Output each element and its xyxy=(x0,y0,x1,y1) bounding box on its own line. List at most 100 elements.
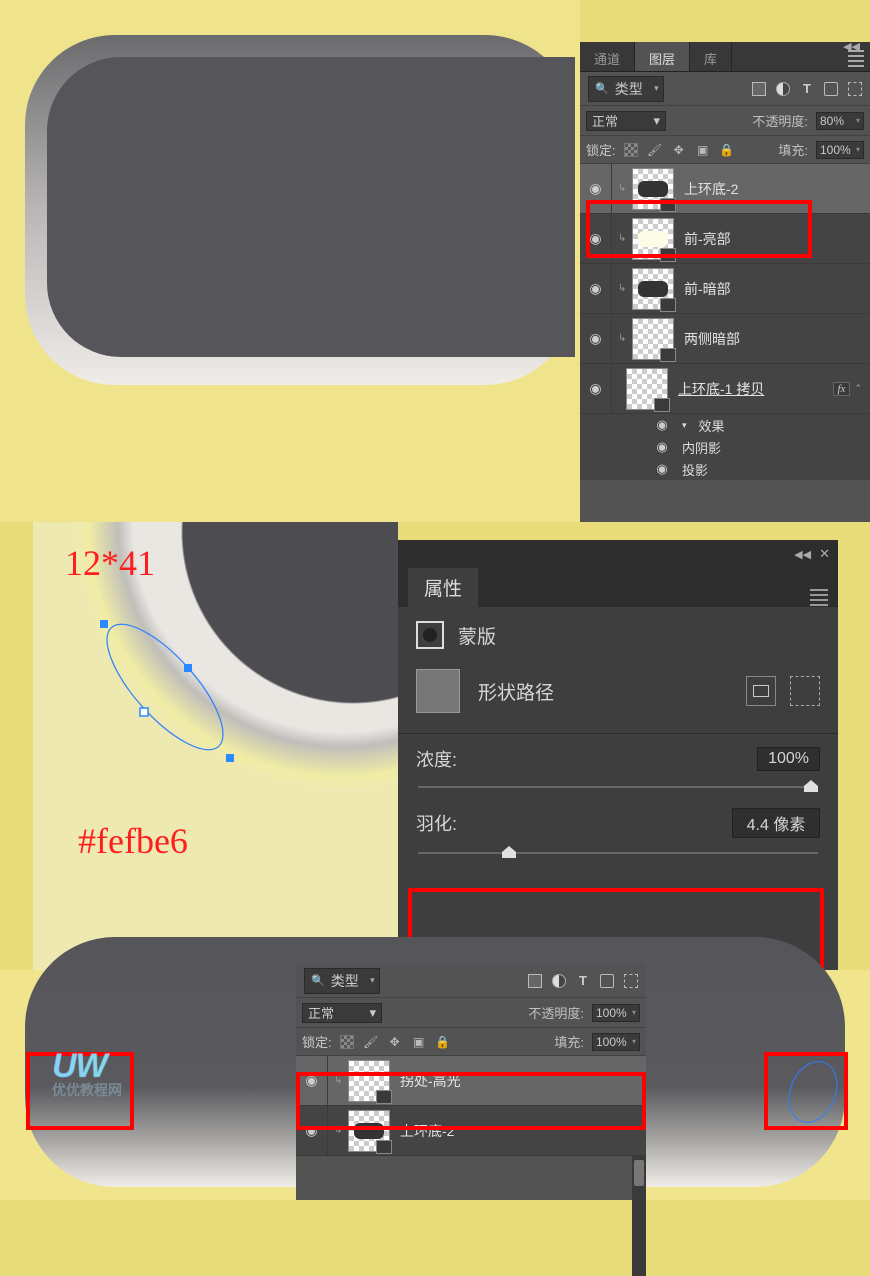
layer-name[interactable]: 前-亮部 xyxy=(684,229,731,249)
filter-smartobject-icon[interactable] xyxy=(848,82,862,96)
tab-layers[interactable]: 图层 xyxy=(635,42,690,71)
mask-icon xyxy=(416,621,444,649)
select-mask-icon[interactable] xyxy=(746,676,776,706)
filter-text-icon[interactable]: T xyxy=(800,82,814,96)
layer-row[interactable]: ◉ ↳ 上环底-2 xyxy=(296,1106,646,1156)
lock-move-icon[interactable]: ✥ xyxy=(388,1035,402,1049)
filter-shape-icon[interactable] xyxy=(600,974,614,988)
fill-value: 100% xyxy=(596,1035,627,1049)
scrollbar[interactable] xyxy=(632,1156,646,1276)
layer-row-selected[interactable]: ◉ ↳ 上环底-2 xyxy=(580,164,870,214)
filter-shape-icon[interactable] xyxy=(824,82,838,96)
collapse-icon[interactable]: ◀◀ xyxy=(794,548,811,561)
chevron-down-icon: ▾ xyxy=(370,975,375,986)
scrollbar-thumb[interactable] xyxy=(634,1160,644,1186)
blend-mode-select[interactable]: 正常 ▾ xyxy=(302,1003,382,1023)
visibility-toggle[interactable]: ◉ xyxy=(650,439,674,455)
layer-filter-select[interactable]: 🔍 类型 ▾ xyxy=(304,968,380,994)
filter-pixel-icon[interactable] xyxy=(752,82,766,96)
lock-move-icon[interactable]: ✥ xyxy=(672,143,686,157)
fx-item[interactable]: ◉▾效果 xyxy=(650,414,870,436)
lock-artboard-icon[interactable]: ▣ xyxy=(696,143,710,157)
lock-all-icon[interactable]: 🔒 xyxy=(720,143,734,157)
panel-menu-icon[interactable] xyxy=(848,50,864,67)
fx-collapse-icon[interactable]: ⌃ xyxy=(854,383,862,394)
fx-item[interactable]: ◉投影 xyxy=(650,458,870,480)
edit-path-icon[interactable] xyxy=(790,676,820,706)
lock-artboard-icon[interactable]: ▣ xyxy=(412,1035,426,1049)
lock-transparency-icon[interactable] xyxy=(624,143,638,157)
density-slider[interactable] xyxy=(418,786,818,788)
visibility-toggle[interactable]: ◉ xyxy=(296,1056,328,1105)
layer-name[interactable]: 前-暗部 xyxy=(684,279,731,299)
density-label: 浓度: xyxy=(416,746,457,772)
lock-brush-icon[interactable]: 🖌 xyxy=(648,143,662,157)
panel-menu-icon[interactable] xyxy=(810,589,828,606)
layer-name[interactable]: 拐处-高光 xyxy=(400,1071,461,1091)
blend-mode-select[interactable]: 正常 ▾ xyxy=(586,111,666,131)
visibility-toggle[interactable]: ◉ xyxy=(650,417,674,433)
layer-thumbnail[interactable] xyxy=(632,218,674,260)
blend-mode-label: 正常 xyxy=(592,111,618,130)
layer-thumbnail[interactable] xyxy=(632,168,674,210)
density-value[interactable]: 100% xyxy=(757,747,820,771)
layer-thumbnail[interactable] xyxy=(348,1110,390,1152)
layer-name-link[interactable]: 上环底-1 拷贝 xyxy=(678,379,764,399)
lock-brush-icon[interactable]: 🖌 xyxy=(364,1035,378,1049)
fill-label: 填充: xyxy=(778,140,808,159)
opacity-input[interactable]: 80% ▾ xyxy=(816,112,864,130)
clip-indicator-icon: ↳ xyxy=(618,183,626,194)
fill-label: 填充: xyxy=(554,1032,584,1051)
layer-row[interactable]: ◉ ↳ 两侧暗部 xyxy=(580,314,870,364)
slider-thumb[interactable] xyxy=(502,846,516,858)
visibility-toggle[interactable]: ◉ xyxy=(580,314,612,363)
layer-name[interactable]: 两侧暗部 xyxy=(684,329,740,349)
slider-thumb[interactable] xyxy=(804,780,818,792)
layers-panel: ◀◀ 通道 图层 库 🔍 类型 ▾ T 正常 ▾ xyxy=(580,42,870,522)
filter-smartobject-icon[interactable] xyxy=(624,974,638,988)
feather-slider[interactable] xyxy=(418,852,818,854)
layer-filter-select[interactable]: 🔍 类型 ▾ xyxy=(588,76,664,102)
tab-channels[interactable]: 通道 xyxy=(580,42,635,71)
layer-thumbnail[interactable] xyxy=(626,368,668,410)
tab-library[interactable]: 库 xyxy=(690,42,732,71)
opacity-input[interactable]: 100% ▾ xyxy=(592,1004,640,1022)
visibility-toggle[interactable]: ◉ xyxy=(580,214,612,263)
shape-path-thumbnail[interactable] xyxy=(416,669,460,713)
filter-text-icon[interactable]: T xyxy=(576,974,590,988)
fx-badge[interactable]: fx xyxy=(833,382,851,396)
layer-row[interactable]: ◉ ↳ 前-暗部 xyxy=(580,264,870,314)
annotation-hex-color: #fefbe6 xyxy=(78,820,188,862)
fill-input[interactable]: 100% ▾ xyxy=(816,141,864,159)
tab-properties[interactable]: 属性 xyxy=(408,568,478,607)
layer-thumbnail[interactable] xyxy=(632,268,674,310)
filter-adjustment-icon[interactable] xyxy=(552,974,566,988)
layer-name[interactable]: 上环底-2 xyxy=(400,1121,454,1141)
chevron-down-icon: ▾ xyxy=(632,1037,636,1046)
layer-thumbnail[interactable] xyxy=(348,1060,390,1102)
visibility-toggle[interactable]: ◉ xyxy=(580,364,612,413)
filter-adjustment-icon[interactable] xyxy=(776,82,790,96)
visibility-toggle[interactable]: ◉ xyxy=(650,461,674,477)
layer-row[interactable]: ◉ 上环底-1 拷贝 fx ⌃ xyxy=(580,364,870,414)
visibility-toggle[interactable]: ◉ xyxy=(580,164,612,213)
fx-item[interactable]: ◉内阴影 xyxy=(650,436,870,458)
visibility-toggle[interactable]: ◉ xyxy=(580,264,612,313)
layers-panel-bottom: 🔍 类型 ▾ T 正常 ▾ 不透明度: 100% ▾ xyxy=(296,964,646,1200)
filter-pixel-icon[interactable] xyxy=(528,974,542,988)
lock-all-icon[interactable]: 🔒 xyxy=(436,1035,450,1049)
layer-thumbnail[interactable] xyxy=(632,318,674,360)
layer-name[interactable]: 上环底-2 xyxy=(684,179,738,199)
lock-transparency-icon[interactable] xyxy=(340,1035,354,1049)
properties-panel: ◀◀ ✕ 属性 蒙版 形状路径 浓度: 100% xyxy=(398,540,838,998)
fill-input[interactable]: 100% ▾ xyxy=(592,1033,640,1051)
layer-row[interactable]: ◉ ↳ 前-亮部 xyxy=(580,214,870,264)
opacity-value: 100% xyxy=(596,1006,627,1020)
vector-ellipse-path[interactable] xyxy=(80,602,250,692)
visibility-toggle[interactable]: ◉ xyxy=(296,1106,328,1155)
chevron-down-icon: ▾ xyxy=(654,83,659,94)
layer-row-selected[interactable]: ◉ ↳ 拐处-高光 xyxy=(296,1056,646,1106)
close-icon[interactable]: ✕ xyxy=(819,546,830,562)
feather-value[interactable]: 4.4 像素 xyxy=(732,808,820,838)
chevron-down-icon: ▾ xyxy=(653,113,660,129)
